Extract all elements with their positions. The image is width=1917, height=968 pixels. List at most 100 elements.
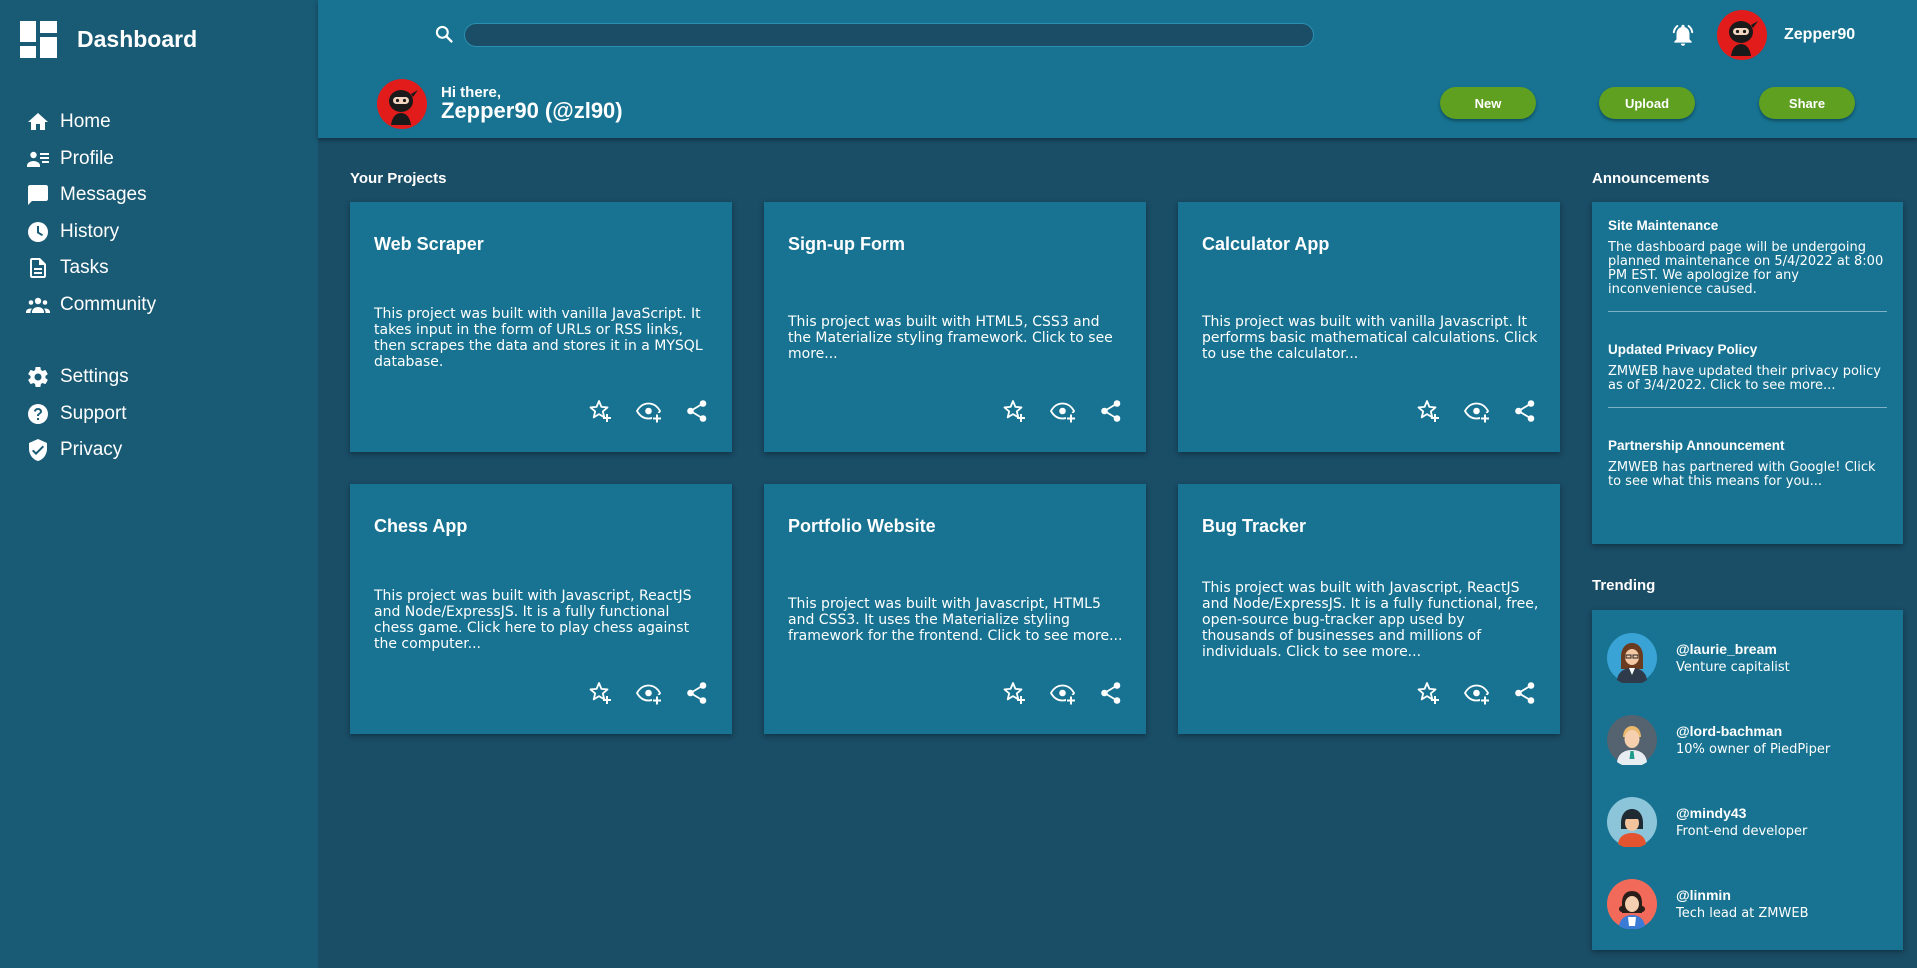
watch-add-icon[interactable]	[1050, 680, 1076, 706]
sidebar-item-label: Tasks	[60, 257, 109, 279]
announcements-panel: Site Maintenance The dashboard page will…	[1592, 202, 1903, 544]
profile-icon	[27, 151, 49, 167]
announcement-title: Updated Privacy Policy	[1608, 342, 1758, 358]
username[interactable]: Zepper90	[1784, 26, 1855, 44]
star-add-icon[interactable]	[1002, 680, 1028, 706]
trending-role: Front-end developer	[1676, 824, 1808, 839]
display-name: Zepper90 (@zl90)	[441, 98, 623, 123]
project-card[interactable]: Calculator App This project was built wi…	[1178, 202, 1560, 452]
project-card[interactable]: Web Scraper This project was built with …	[350, 202, 732, 452]
avatar	[1607, 633, 1657, 683]
app-title: Dashboard	[77, 26, 198, 52]
trending-panel: @laurie_bream Venture capitalist @lord-b…	[1592, 610, 1903, 950]
announcement-item[interactable]: Site Maintenance The dashboard page will…	[1608, 202, 1887, 311]
card-title: Chess App	[374, 516, 468, 536]
announcement-title: Partnership Announcement	[1608, 438, 1785, 454]
search-icon[interactable]	[434, 24, 454, 44]
gear-icon	[28, 367, 48, 388]
share-icon[interactable]	[684, 680, 710, 706]
card-description: This project was built with vanilla Java…	[374, 305, 703, 371]
card-title: Sign-up Form	[788, 234, 905, 254]
upload-button[interactable]: Upload	[1599, 87, 1695, 119]
trending-handle: @mindy43	[1676, 805, 1747, 821]
sidebar-item-settings[interactable]: Settings	[26, 359, 156, 396]
trending-user[interactable]: @laurie_bream Venture capitalist	[1592, 617, 1903, 699]
history-icon	[28, 221, 48, 242]
share-icon[interactable]	[1512, 680, 1538, 706]
sidebar-item-support[interactable]: Support	[26, 396, 156, 433]
card-title: Calculator App	[1202, 234, 1330, 254]
bell-icon[interactable]	[1670, 22, 1696, 48]
brand[interactable]: Dashboard	[20, 21, 197, 58]
card-title: Web Scraper	[374, 234, 484, 254]
card-actions	[588, 680, 710, 706]
sidebar-item-label: Support	[60, 402, 127, 424]
project-card[interactable]: Bug Tracker This project was built with …	[1178, 484, 1560, 734]
star-add-icon[interactable]	[588, 398, 614, 424]
star-add-icon[interactable]	[1002, 398, 1028, 424]
watch-add-icon[interactable]	[1050, 398, 1076, 424]
share-icon[interactable]	[684, 398, 710, 424]
sidebar-item-label: Messages	[60, 184, 147, 206]
help-icon	[28, 403, 48, 424]
sidebar-item-history[interactable]: History	[26, 214, 156, 251]
card-actions	[1416, 680, 1538, 706]
sidebar-item-community[interactable]: Community	[26, 287, 156, 324]
avatar[interactable]	[1717, 10, 1767, 60]
star-add-icon[interactable]	[1416, 680, 1442, 706]
card-title: Portfolio Website	[788, 516, 936, 536]
card-title: Bug Tracker	[1202, 516, 1307, 536]
sidebar-item-privacy[interactable]: Privacy	[26, 432, 156, 469]
avatar	[1607, 879, 1657, 929]
sidebar-nav: Home Profile Messages History Tasks Comm…	[26, 104, 156, 469]
trending-role: Tech lead at ZMWEB	[1676, 906, 1809, 921]
watch-add-icon[interactable]	[636, 680, 662, 706]
trending-role: 10% owner of PiedPiper	[1676, 742, 1831, 757]
new-button[interactable]: New	[1440, 87, 1536, 119]
sidebar-item-tasks[interactable]: Tasks	[26, 250, 156, 287]
project-card[interactable]: Chess App This project was built with Ja…	[350, 484, 732, 734]
sidebar-item-profile[interactable]: Profile	[26, 141, 156, 178]
sidebar-item-home[interactable]: Home	[26, 104, 156, 141]
trending-title: Trending	[1592, 577, 1656, 594]
sidebar-item-messages[interactable]: Messages	[26, 177, 156, 214]
card-description: This project was built with Javascript, …	[374, 587, 692, 653]
star-add-icon[interactable]	[588, 680, 614, 706]
share-icon[interactable]	[1098, 680, 1124, 706]
avatar	[1607, 797, 1657, 847]
share-icon[interactable]	[1098, 398, 1124, 424]
card-actions	[1002, 680, 1124, 706]
trending-handle: @laurie_bream	[1676, 641, 1777, 657]
card-actions	[588, 398, 710, 424]
search-input[interactable]	[464, 23, 1314, 47]
avatar	[377, 79, 427, 129]
sidebar-item-label: Privacy	[60, 439, 123, 461]
sidebar: Dashboard Home Profile Messages History …	[0, 0, 318, 968]
project-card[interactable]: Sign-up Form This project was built with…	[764, 202, 1146, 452]
tasks-icon	[30, 258, 46, 279]
announcement-item[interactable]: Updated Privacy Policy ZMWEB have update…	[1608, 311, 1887, 407]
announcement-item[interactable]: Partnership Announcement ZMWEB has partn…	[1608, 407, 1887, 503]
card-description: This project was built with HTML5, CSS3 …	[788, 313, 1113, 363]
watch-add-icon[interactable]	[1464, 680, 1490, 706]
star-add-icon[interactable]	[1416, 398, 1442, 424]
home-icon	[28, 113, 48, 131]
community-icon	[26, 297, 50, 313]
trending-user[interactable]: @mindy43 Front-end developer	[1592, 781, 1903, 863]
shield-icon	[29, 439, 47, 462]
project-card[interactable]: Portfolio Website This project was built…	[764, 484, 1146, 734]
card-description: This project was built with Javascript, …	[788, 595, 1123, 645]
announcement-title: Site Maintenance	[1608, 218, 1719, 233]
announcement-body: ZMWEB has partnered with Google! Click t…	[1608, 460, 1876, 490]
share-button[interactable]: Share	[1759, 87, 1855, 119]
watch-add-icon[interactable]	[636, 398, 662, 424]
sidebar-item-label: Home	[60, 111, 111, 133]
trending-user[interactable]: @lord-bachman 10% owner of PiedPiper	[1592, 699, 1903, 781]
trending-handle: @lord-bachman	[1676, 723, 1783, 739]
sidebar-item-label: Community	[60, 293, 157, 315]
share-icon[interactable]	[1512, 398, 1538, 424]
trending-user[interactable]: @linmin Tech lead at ZMWEB	[1592, 863, 1903, 945]
card-actions	[1002, 398, 1124, 424]
watch-add-icon[interactable]	[1464, 398, 1490, 424]
projects-title: Your Projects	[350, 170, 447, 187]
